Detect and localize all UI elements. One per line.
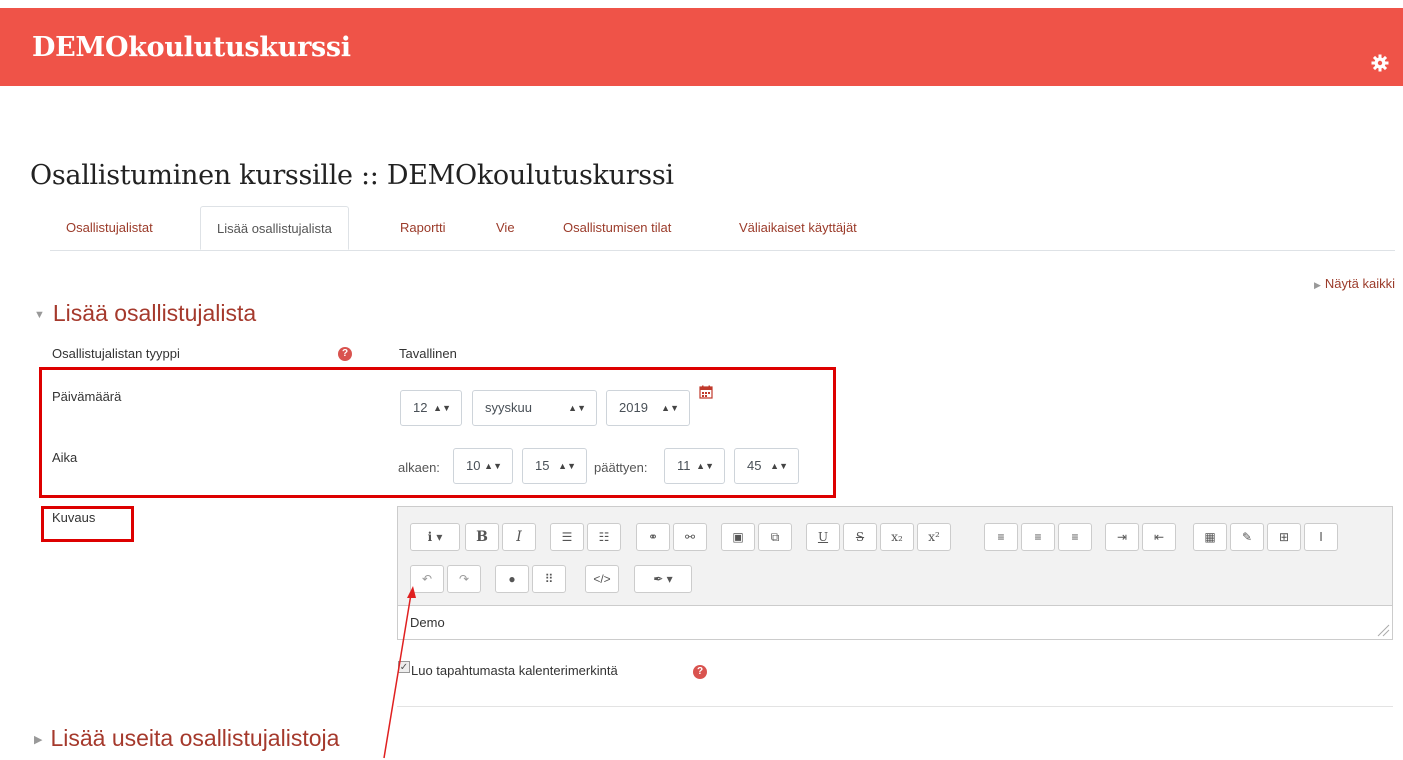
- align-left-icon[interactable]: ≡: [984, 523, 1018, 551]
- accessibility-checker-icon[interactable]: ●: [495, 565, 529, 593]
- collapsed-triangle-icon: ▶: [1314, 280, 1321, 290]
- session-type-label: Osallistujalistan tyyppi: [52, 346, 180, 361]
- bold-button[interactable]: B: [465, 523, 499, 551]
- resize-handle-icon[interactable]: [1374, 621, 1390, 637]
- chevron-updown-icon: ▲▼: [696, 461, 714, 471]
- site-header: DEMOkoulutuskurssi: [0, 8, 1403, 86]
- unlink-icon[interactable]: ⚯: [673, 523, 707, 551]
- date-month-select[interactable]: syyskuu ▲▼: [472, 390, 597, 426]
- ordered-list-icon[interactable]: ☷: [587, 523, 621, 551]
- superscript-button[interactable]: x²: [917, 523, 951, 551]
- expanded-triangle-icon: ▼: [34, 308, 45, 321]
- image-icon[interactable]: ▣: [721, 523, 755, 551]
- subscript-button[interactable]: x₂: [880, 523, 914, 551]
- italic-button[interactable]: I: [502, 523, 536, 551]
- media-icon[interactable]: ⧉: [758, 523, 792, 551]
- align-right-icon[interactable]: ≡: [1058, 523, 1092, 551]
- chevron-updown-icon: ▲▼: [770, 461, 788, 471]
- to-hour-select[interactable]: 11 ▲▼: [664, 448, 725, 484]
- page-title: Osallistuminen kurssille :: DEMOkoulutus…: [30, 160, 674, 191]
- date-year-select[interactable]: 2019 ▲▼: [606, 390, 690, 426]
- from-label: alkaen:: [398, 460, 440, 475]
- to-label: päättyen:: [594, 460, 648, 475]
- help-icon[interactable]: ?: [338, 347, 352, 361]
- from-hour-select[interactable]: 10 ▲▼: [453, 448, 513, 484]
- tab-lisaa-osallistujalista[interactable]: Lisää osallistujalista: [200, 206, 349, 250]
- section-add-session[interactable]: ▼ Lisää osallistujalista: [34, 300, 256, 327]
- tab-raportti[interactable]: Raportti: [384, 206, 462, 250]
- rich-text-editor: i ▾ B I ☰ ☷ ⚭ ⚯ ▣ ⧉ U S x₂ x² ≡ ≡ ≡ ⇥ ⇤ …: [397, 506, 1393, 640]
- html-source-icon[interactable]: </>: [585, 565, 619, 593]
- outdent-icon[interactable]: ⇤: [1142, 523, 1176, 551]
- divider: [397, 706, 1393, 707]
- show-all-link[interactable]: ▶ Näytä kaikki: [1314, 276, 1395, 291]
- calendar-event-label: Luo tapahtumasta kalenterimerkintä: [411, 663, 618, 678]
- screenreader-helper-icon[interactable]: ⠿: [532, 565, 566, 593]
- redo-icon[interactable]: ↷: [447, 565, 481, 593]
- annotation-arrow: [383, 586, 416, 759]
- editor-content-area[interactable]: Demo: [398, 605, 1392, 639]
- date-label: Päivämäärä: [52, 389, 122, 404]
- table-icon[interactable]: ⊞: [1267, 523, 1301, 551]
- from-minute-select[interactable]: 15 ▲▼: [522, 448, 587, 484]
- chevron-updown-icon: ▲▼: [484, 461, 502, 471]
- help-icon[interactable]: ?: [693, 665, 707, 679]
- equation-icon[interactable]: ▦: [1193, 523, 1227, 551]
- link-icon[interactable]: ⚭: [636, 523, 670, 551]
- description-label: Kuvaus: [52, 510, 96, 525]
- tab-bar: Osallistujalistat Lisää osallistujalista…: [50, 206, 1395, 251]
- chevron-updown-icon: ▲▼: [433, 403, 451, 413]
- special-character-icon[interactable]: ✎: [1230, 523, 1264, 551]
- chevron-updown-icon: ▲▼: [661, 403, 679, 413]
- paragraph-style-button[interactable]: i ▾: [410, 523, 460, 551]
- tab-osallistumisen-tilat[interactable]: Osallistumisen tilat: [547, 206, 687, 250]
- to-minute-select[interactable]: 45 ▲▼: [734, 448, 799, 484]
- unordered-list-icon[interactable]: ☰: [550, 523, 584, 551]
- calendar-icon[interactable]: [699, 385, 713, 399]
- tab-osallistujalistat[interactable]: Osallistujalistat: [50, 206, 169, 250]
- tab-vie[interactable]: Vie: [480, 206, 531, 250]
- chevron-updown-icon: ▲▼: [558, 461, 576, 471]
- session-type-value: Tavallinen: [399, 346, 457, 361]
- strikethrough-button[interactable]: S: [843, 523, 877, 551]
- align-center-icon[interactable]: ≡: [1021, 523, 1055, 551]
- tab-valiaikaiset-kayttajat[interactable]: Väliaikaiset käyttäjät: [723, 206, 873, 250]
- collapsed-triangle-icon: ▶: [34, 734, 43, 747]
- clear-formatting-icon[interactable]: Ⅰ: [1304, 523, 1338, 551]
- underline-button[interactable]: U: [806, 523, 840, 551]
- chevron-updown-icon: ▲▼: [568, 403, 586, 413]
- site-title[interactable]: DEMOkoulutuskurssi: [32, 32, 351, 63]
- font-color-button[interactable]: ✒ ▾: [634, 565, 692, 593]
- time-label: Aika: [52, 450, 78, 465]
- date-day-select[interactable]: 12 ▲▼: [400, 390, 462, 426]
- gear-icon[interactable]: [1371, 54, 1389, 72]
- indent-icon[interactable]: ⇥: [1105, 523, 1139, 551]
- section-add-multiple-sessions[interactable]: ▶ Lisää useita osallistujalistoja: [34, 725, 339, 752]
